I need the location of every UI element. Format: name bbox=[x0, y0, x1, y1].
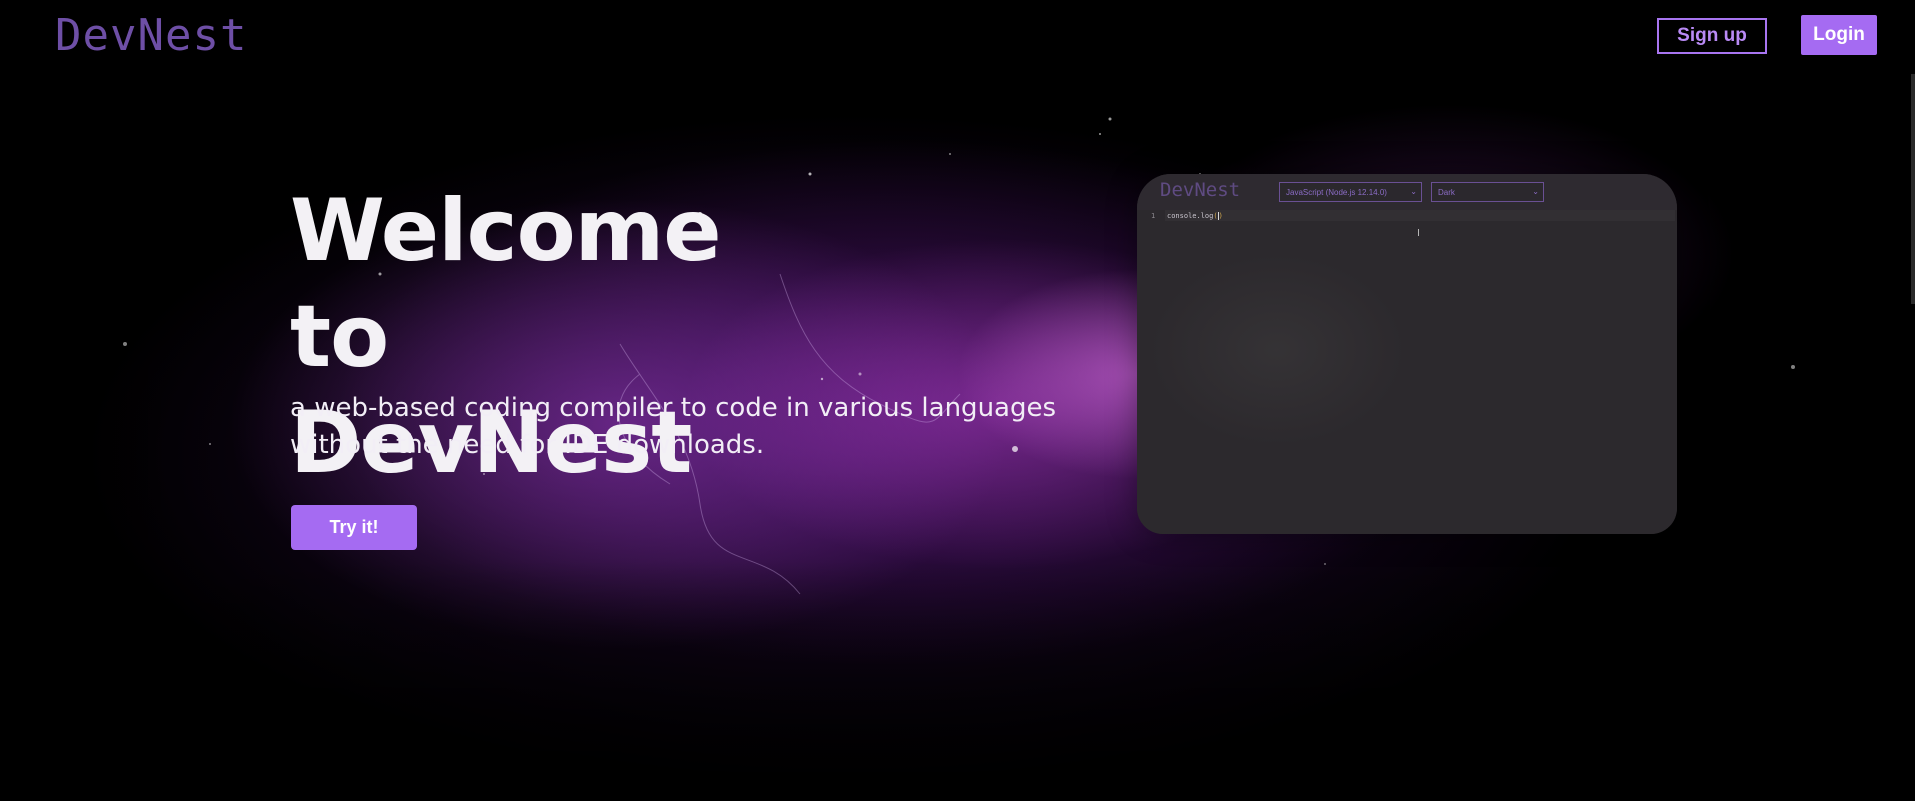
code-text: console.log bbox=[1167, 212, 1214, 220]
hero-title-line1: Welcome bbox=[290, 181, 722, 281]
page: DevNest Sign up Login Welcome to DevNest… bbox=[0, 0, 1915, 801]
code-area[interactable]: 1 console.log() I bbox=[1137, 210, 1677, 534]
chevron-down-icon: ⌄ bbox=[1532, 187, 1539, 196]
active-line-highlight bbox=[1165, 210, 1675, 221]
code-close-paren: ) bbox=[1218, 212, 1223, 220]
theme-select[interactable]: Dark ⌄ bbox=[1431, 182, 1544, 202]
theme-select-value: Dark bbox=[1438, 187, 1455, 197]
hero-subtitle-line2: without the need for IDE downloads. bbox=[290, 430, 765, 460]
editor-preview[interactable]: DevNest JavaScript (Node.js 12.14.0) ⌄ D… bbox=[1137, 174, 1677, 534]
editor-logo: DevNest bbox=[1160, 179, 1241, 201]
site-logo[interactable]: DevNest bbox=[55, 10, 247, 61]
login-button[interactable]: Login bbox=[1801, 15, 1877, 55]
top-navbar: DevNest Sign up Login bbox=[0, 0, 1915, 74]
ibeam-cursor-icon: I bbox=[1417, 228, 1420, 239]
language-select[interactable]: JavaScript (Node.js 12.14.0) ⌄ bbox=[1279, 182, 1422, 202]
signup-button[interactable]: Sign up bbox=[1657, 18, 1767, 54]
hero-subtitle-line1: a web-based coding compiler to code in v… bbox=[290, 393, 1057, 423]
line-number: 1 bbox=[1151, 212, 1156, 220]
language-select-value: JavaScript (Node.js 12.14.0) bbox=[1286, 187, 1387, 197]
hero-subtitle: a web-based coding compiler to code in v… bbox=[290, 390, 1070, 464]
editor-toolbar: DevNest JavaScript (Node.js 12.14.0) ⌄ D… bbox=[1137, 174, 1677, 210]
code-line: console.log() bbox=[1167, 212, 1223, 220]
chevron-down-icon: ⌄ bbox=[1410, 187, 1417, 196]
try-it-button[interactable]: Try it! bbox=[291, 505, 417, 550]
scrollbar[interactable] bbox=[1911, 74, 1915, 304]
